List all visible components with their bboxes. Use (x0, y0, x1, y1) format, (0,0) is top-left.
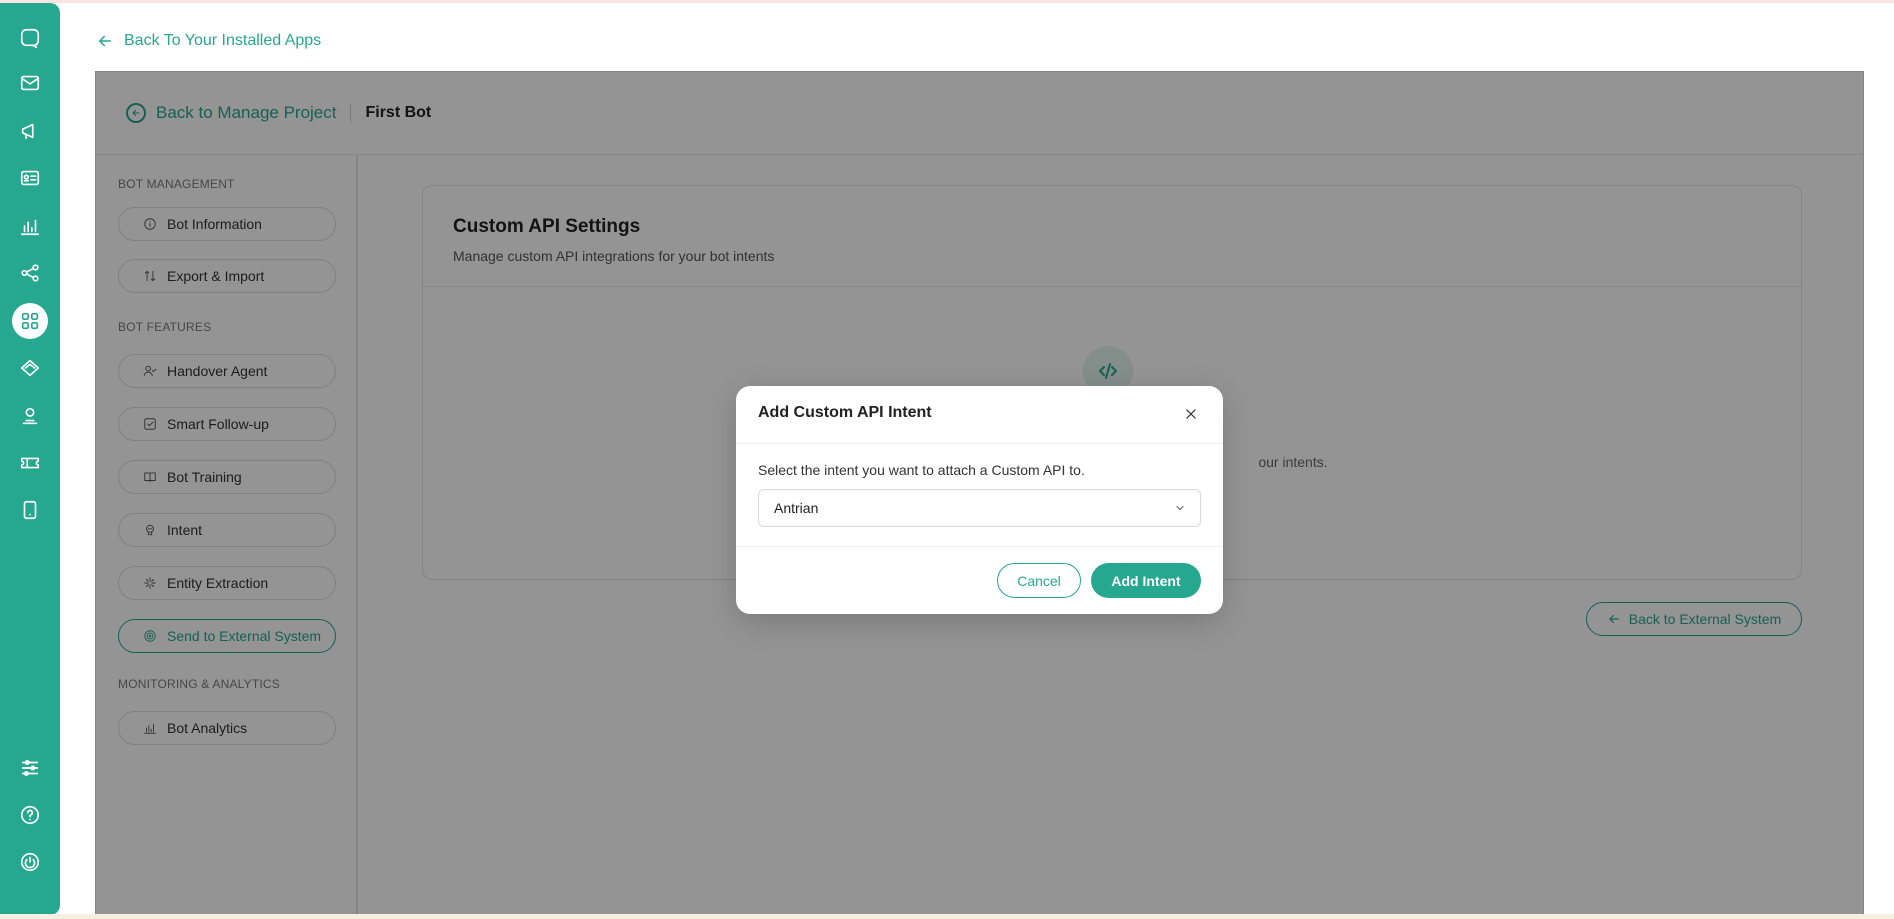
app-root: Back To Your Installed Apps Back to Mana… (0, 0, 1894, 919)
add-custom-api-intent-modal: Add Custom API Intent Select the intent … (736, 386, 1223, 614)
apps-grid-icon[interactable] (12, 303, 48, 339)
modal-footer-divider (736, 546, 1223, 547)
agent-icon[interactable] (12, 398, 48, 434)
help-icon[interactable] (12, 797, 48, 833)
chat-icon[interactable] (12, 20, 48, 56)
megaphone-icon[interactable] (12, 113, 48, 149)
add-intent-button[interactable]: Add Intent (1091, 563, 1201, 598)
icon-rail (0, 3, 60, 915)
layers-icon[interactable] (12, 350, 48, 386)
contact-card-icon[interactable] (12, 160, 48, 196)
arrow-left-icon (99, 35, 111, 47)
mobile-icon[interactable] (12, 492, 48, 528)
back-to-installed-apps-link[interactable]: Back To Your Installed Apps (96, 32, 321, 50)
modal-title: Add Custom API Intent (758, 404, 932, 421)
bottom-border (0, 914, 1894, 919)
close-icon[interactable] (1181, 404, 1201, 424)
intent-select[interactable]: Antrian (758, 489, 1201, 527)
power-icon[interactable] (12, 844, 48, 880)
sliders-icon[interactable] (12, 750, 48, 786)
mail-icon[interactable] (12, 65, 48, 101)
intent-select-value: Antrian (774, 500, 819, 516)
back-to-installed-apps-label: Back To Your Installed Apps (124, 32, 322, 49)
cancel-button[interactable]: Cancel (997, 563, 1081, 598)
chevron-down-icon (1176, 506, 1184, 510)
ticket-icon[interactable] (12, 445, 48, 481)
share-icon[interactable] (12, 255, 48, 291)
modal-header-divider (736, 443, 1223, 444)
top-border (0, 0, 1894, 3)
analytics-icon[interactable] (12, 208, 48, 244)
modal-prompt: Select the intent you want to attach a C… (758, 462, 1085, 478)
